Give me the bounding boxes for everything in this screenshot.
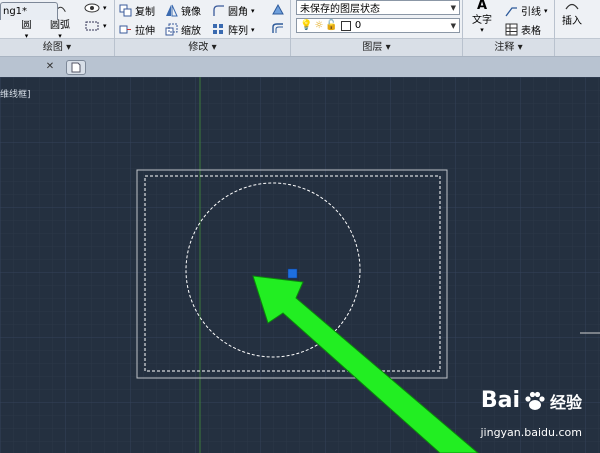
fillet-label: 圆角 [228, 7, 248, 18]
new-drawing-icon [71, 62, 81, 73]
offset-icon [272, 23, 283, 33]
close-icon[interactable]: ✕ [44, 57, 56, 77]
layer-state-value: 未保存的图层状态 [300, 4, 380, 15]
file-tab-bar [0, 57, 600, 78]
leader-icon [505, 7, 517, 17]
array-button[interactable]: 阵列 ▾ [212, 22, 255, 37]
mirror-label: 镜像 [181, 7, 201, 18]
copy-icon [119, 4, 132, 17]
drawing-tab-label: ng1* [3, 6, 28, 17]
array-icon [213, 24, 223, 34]
text-label: 文字 [472, 15, 492, 26]
view-button[interactable]: ▾ [84, 2, 107, 14]
leader-label: 引线 [521, 7, 541, 18]
stretch-button[interactable]: 拉伸 [119, 22, 155, 37]
scale-button[interactable]: 缩放 [165, 22, 201, 37]
paw-icon [525, 391, 545, 410]
draw-panel-title[interactable]: 绘图 ▾ [0, 38, 114, 56]
lightbulb-icon: 💡 [300, 20, 313, 31]
color-swatch [340, 20, 351, 31]
mirror-button[interactable]: 镜像 [165, 3, 201, 18]
boundary-button[interactable]: ▾ [84, 20, 107, 32]
copy-button[interactable]: 复制 [119, 3, 155, 18]
annotation-panel-title[interactable]: 注释 ▾ [463, 38, 554, 56]
table-button[interactable]: 表格 [505, 22, 541, 37]
stretch-icon [119, 25, 131, 34]
fillet-button[interactable]: 圆角 ▾ [212, 3, 255, 18]
copy-label: 复制 [135, 7, 155, 18]
eye-icon [84, 3, 100, 13]
watermark-brand-suffix: 经验 [549, 392, 582, 412]
sun-icon: ☼ [314, 20, 324, 31]
text-a-icon: A [476, 0, 488, 13]
insert-block-icon [565, 3, 579, 10]
fillet-icon [213, 5, 224, 16]
insert-label: 插入 [562, 16, 582, 27]
stretch-label: 拉伸 [135, 26, 155, 37]
text-button[interactable]: A 文字 ▾ [472, 0, 492, 34]
array-label: 阵列 [228, 26, 248, 37]
lock-icon: 🔓 [325, 20, 338, 31]
center-grip[interactable] [287, 268, 298, 279]
watermark-url: jingyan.baidu.com [480, 426, 582, 439]
mirror-icon [166, 4, 178, 17]
insert-button[interactable]: 插入 [562, 0, 582, 27]
viewport-label[interactable]: 维线框] [0, 87, 31, 100]
offset-button[interactable] [271, 22, 285, 35]
modify-panel-title[interactable]: 修改 ▾ [115, 38, 290, 56]
drawing-tab[interactable]: ng1* [0, 2, 58, 20]
scale-icon [165, 23, 178, 36]
leader-button[interactable]: 引线 ▾ [505, 3, 548, 18]
watermark-brand: Bai [480, 388, 520, 413]
explode-button[interactable] [271, 3, 285, 16]
dashed-rectangle-icon [85, 21, 99, 31]
ribbon: 线 圆 ▾ 圆弧 ▾ ▾ ▾ 绘图 ▾ 复制 镜像 圆角 ▾ 拉伸 缩放 [0, 0, 600, 57]
new-tab-button[interactable] [66, 60, 86, 75]
layer-name-value: 0 [354, 20, 362, 31]
baidu-watermark: Bai 经验 [481, 388, 582, 413]
block-panel-title[interactable] [555, 38, 600, 56]
layer-dropdown[interactable]: 💡 ☼ 🔓 0 ▼ [296, 18, 460, 33]
layers-panel-title[interactable]: 图层 ▾ [291, 38, 462, 56]
table-icon [505, 23, 518, 36]
explode-icon [272, 3, 284, 15]
layer-state-dropdown[interactable]: 未保存的图层状态 ▼ [296, 0, 460, 15]
table-label: 表格 [521, 26, 541, 37]
scale-label: 缩放 [181, 26, 201, 37]
